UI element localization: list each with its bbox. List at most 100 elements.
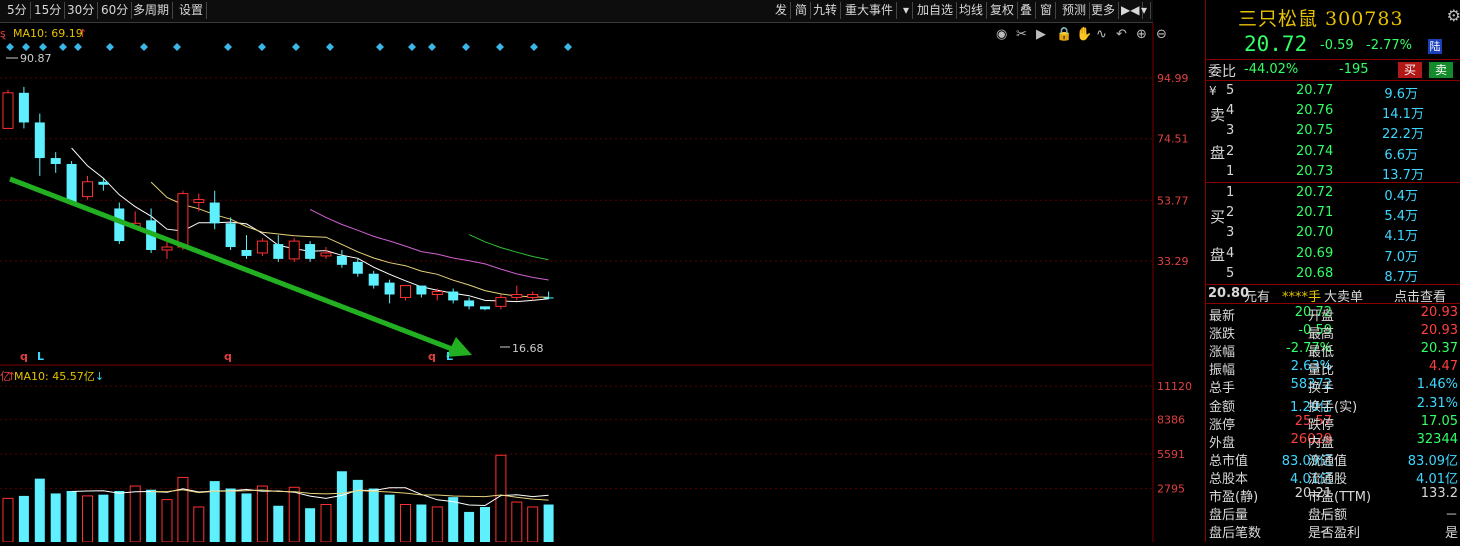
chart-toolbar: 5分 15分 30分 60分 多周期 设置 发简九转 重大事件 ▾ 加自选 均线 复权叠窗预测 更多 ▶…: [0, 0, 1153, 23]
ask-volume: 14.1万: [1382, 107, 1424, 123]
zoom-out-icon[interactable]: ⊖: [1156, 27, 1167, 42]
event-marker[interactable]: [564, 43, 572, 51]
signal-mark: q: [224, 350, 232, 363]
event-marker[interactable]: [106, 43, 114, 51]
toolbar-tool-8[interactable]: 叠: [1017, 2, 1037, 19]
event-marker[interactable]: [173, 43, 181, 51]
stat-value-2: 4.47: [1429, 359, 1458, 375]
stat-label-2: 最高: [1308, 327, 1335, 343]
volume-bar: [50, 493, 61, 542]
big-order-price: 20.80: [1208, 286, 1250, 301]
toolbar-tool-10[interactable]: 预测: [1059, 2, 1091, 19]
toolbar-tool-13[interactable]: ▾: [1138, 2, 1152, 19]
volume-bar: [225, 488, 236, 542]
candle-body: [384, 282, 395, 295]
candle-body: [225, 223, 236, 248]
candle-body: [464, 300, 475, 307]
stat-label-2: 换手(实): [1308, 399, 1358, 415]
signal-mark: L: [446, 350, 453, 363]
event-marker[interactable]: [376, 43, 384, 51]
candle-body: [2, 92, 14, 129]
event-marker[interactable]: [496, 43, 504, 51]
candle-body: [527, 293, 539, 298]
stock-title[interactable]: 三只松鼠 300783: [1238, 4, 1404, 31]
stat-value-2: 2.31%: [1416, 395, 1458, 411]
toolbar-tool-2[interactable]: 九转: [810, 2, 842, 19]
stat-label: 涨幅: [1209, 345, 1236, 361]
candle-body: [82, 181, 93, 198]
period-tab-3[interactable]: 60分: [98, 2, 133, 19]
event-marker[interactable]: [22, 43, 30, 51]
event-marker[interactable]: [326, 43, 334, 51]
toolbar-tool-3[interactable]: 重大事件: [842, 2, 898, 19]
bid-price: 20.70: [1296, 225, 1334, 241]
ma10-volume-label: MA10: 45.57亿: [14, 370, 95, 383]
period-tab-4[interactable]: 多周期: [130, 2, 174, 19]
price-tick-label: 33.29: [1157, 255, 1189, 268]
period-tab-1[interactable]: 15分: [31, 2, 66, 19]
toolbar-tool-1[interactable]: 简: [792, 2, 812, 19]
candle-body: [241, 249, 252, 256]
event-marker[interactable]: [258, 43, 266, 51]
ask-level: 1: [1226, 163, 1235, 179]
zoom-in-icon[interactable]: ⊕: [1136, 27, 1147, 42]
gear-icon[interactable]: ⚙: [1447, 6, 1460, 25]
volume-bar: [400, 504, 411, 543]
toolbar-tool-9[interactable]: 窗: [1037, 2, 1057, 19]
lock-icon[interactable]: 🔒: [1056, 27, 1072, 42]
bid-volume: 4.1万: [1384, 229, 1418, 245]
toolbar-tool-5[interactable]: 加自选: [914, 2, 958, 19]
ask-volume: 9.6万: [1384, 87, 1418, 102]
kline-chart[interactable]: 94.99 74.51 53.77 33.29 11120 8386 5591 2795 ȿ MA…: [0, 23, 1203, 543]
stat-label-2: 跌停: [1308, 417, 1335, 433]
volume-bar: [288, 486, 300, 543]
ask-price: 20.76: [1296, 103, 1334, 119]
volume-tick-label: 5591: [1157, 448, 1185, 461]
event-marker[interactable]: [74, 43, 82, 51]
event-marker[interactable]: [140, 43, 148, 51]
stat-label: 总手: [1209, 381, 1236, 397]
toolbar-tool-0[interactable]: 发: [772, 2, 792, 19]
event-marker[interactable]: [292, 43, 300, 51]
period-tab-0[interactable]: 5分: [4, 2, 31, 19]
toolbar-tool-11[interactable]: 更多: [1088, 2, 1120, 19]
volume-bar: [34, 478, 45, 542]
sell-side-label-2: 盘: [1210, 144, 1226, 162]
toolbar-tool-7[interactable]: 复权: [987, 2, 1019, 19]
period-tab-5[interactable]: 设置: [176, 2, 208, 19]
event-marker[interactable]: [408, 43, 416, 51]
event-marker[interactable]: [428, 43, 436, 51]
stat-label: 总股本: [1209, 471, 1249, 487]
event-marker[interactable]: [39, 43, 47, 51]
candle-body: [431, 291, 443, 295]
stat-value-2: 20.93: [1420, 305, 1458, 320]
weibi-num: -195: [1339, 62, 1369, 77]
play-icon[interactable]: ▶: [1036, 27, 1046, 42]
event-marker[interactable]: [224, 43, 232, 51]
event-marker[interactable]: [530, 43, 538, 51]
candle-body: [511, 293, 523, 298]
stat-label: 盘后笔数: [1209, 526, 1262, 542]
toolbar-tool-4[interactable]: ▾: [900, 2, 914, 19]
signal-mark: q: [20, 350, 28, 363]
bid-price: 20.71: [1296, 205, 1334, 221]
hand-icon[interactable]: ✋: [1076, 26, 1092, 42]
wave-icon[interactable]: ∿: [1096, 27, 1107, 42]
ma20-line: [309, 208, 549, 281]
eye-icon[interactable]: ◉: [996, 27, 1007, 42]
event-marker[interactable]: [462, 43, 470, 51]
buy-button[interactable]: 买: [1398, 62, 1422, 78]
volume-bar: [336, 471, 347, 542]
quote-panel: 三只松鼠 300783 ⚙ 20.72 -0.59 -2.77% 陆 委比 -4…: [1205, 0, 1460, 542]
period-tab-2[interactable]: 30分: [64, 2, 99, 19]
event-marker[interactable]: [59, 43, 67, 51]
stat-value-2: 20.37: [1420, 341, 1458, 357]
candle-body: [352, 261, 363, 274]
undo-icon[interactable]: ↶: [1116, 27, 1127, 42]
chart-area[interactable]: 94.99 74.51 53.77 33.29 11120 8386 5591 2795 ȿ MA…: [0, 23, 1203, 543]
scissors-icon[interactable]: ✂: [1016, 27, 1027, 42]
sell-button[interactable]: 卖: [1429, 62, 1453, 78]
event-marker[interactable]: [6, 43, 14, 51]
toolbar-tool-6[interactable]: 均线: [956, 2, 988, 19]
volume-bar: [2, 497, 14, 543]
